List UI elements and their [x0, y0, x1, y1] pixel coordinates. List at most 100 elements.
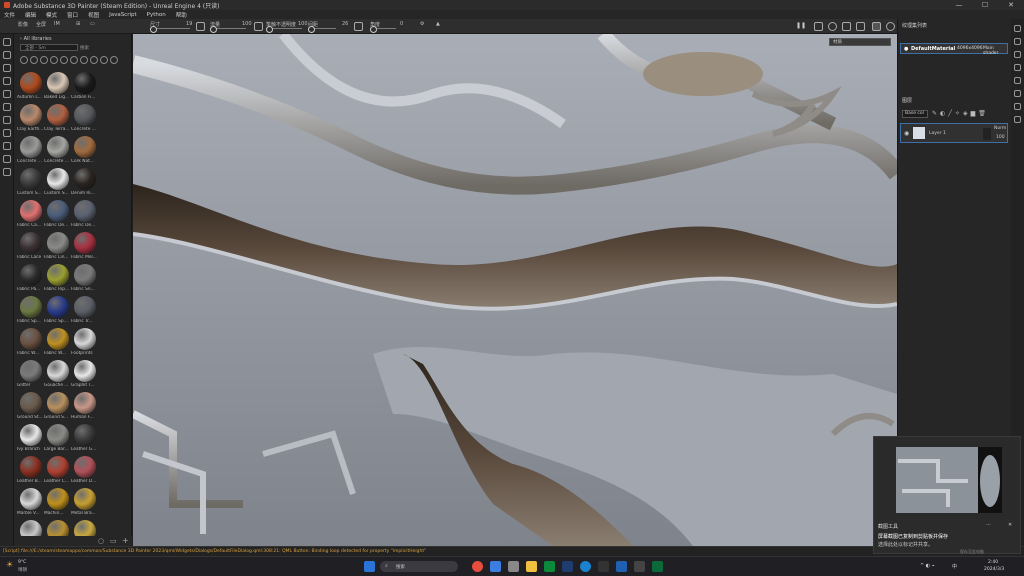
weather-icon[interactable]: ☀ — [6, 560, 13, 569]
material-thumbnail[interactable]: Ground S... — [44, 392, 71, 425]
alignment-icon[interactable]: ▲ — [436, 21, 440, 27]
material-thumbnail[interactable]: Leather B... — [17, 456, 44, 489]
toast-close-icon[interactable]: ✕ — [1008, 522, 1012, 528]
material-thumbnail[interactable]: Cork Nat... — [71, 136, 98, 169]
shader-settings-icon[interactable] — [1014, 77, 1021, 84]
filter-textures-icon[interactable] — [70, 56, 78, 64]
material-thumbnail[interactable]: Carbon Fi... — [71, 72, 98, 105]
symmetry-icon[interactable]: ⊞ — [76, 21, 80, 27]
app-icon-8[interactable] — [598, 561, 609, 572]
app-icon-9[interactable] — [616, 561, 627, 572]
display-settings-icon[interactable] — [1014, 64, 1021, 71]
menu-file[interactable]: 文件 — [4, 11, 15, 19]
filter-smart-materials-icon[interactable] — [40, 56, 48, 64]
pause-icon[interactable]: ❚❚ — [796, 22, 806, 31]
material-thumbnail[interactable]: Fabric Lace — [17, 232, 44, 265]
material-thumbnail[interactable]: Fabric Mel... — [71, 232, 98, 265]
fill-layer-icon[interactable]: ◐ — [940, 110, 945, 118]
file-explorer-icon[interactable] — [526, 561, 537, 572]
filter-environments-icon[interactable] — [90, 56, 98, 64]
menu-window[interactable]: 窗口 — [67, 11, 78, 19]
app-icon-11[interactable] — [652, 561, 663, 572]
menu-mode[interactable]: 模式 — [46, 11, 57, 19]
material-thumbnail[interactable]: Fabric W... — [17, 328, 44, 361]
taskbar-search-input[interactable]: ⌕ 搜索 — [380, 561, 458, 572]
material-thumbnail[interactable]: Footprints — [71, 328, 98, 361]
screenshot-icon[interactable] — [856, 22, 865, 31]
layer-opacity[interactable]: 100 — [996, 135, 1005, 140]
spacing-pressure-icon[interactable] — [354, 22, 363, 31]
folder-icon[interactable]: ▭ — [110, 537, 117, 545]
material-thumbnail[interactable]: Gouache ... — [44, 360, 71, 393]
color-picker-icon[interactable] — [3, 116, 11, 124]
folder-add-icon[interactable]: ▆ — [971, 110, 976, 118]
add-effect-icon[interactable]: ◈ — [963, 110, 968, 118]
paint-brush-icon[interactable] — [3, 38, 11, 46]
viewport-channel-dropdown[interactable]: 材质 — [829, 38, 891, 46]
shelf-search-input[interactable]: 全部 - Sm — [20, 44, 78, 51]
polygon-fill-icon[interactable] — [3, 129, 11, 137]
lazy-mouse-icon[interactable]: ▭ — [90, 21, 95, 27]
paint-mode-icon[interactable] — [872, 22, 881, 31]
clone-icon[interactable] — [3, 103, 11, 111]
geometry-mask-icon[interactable] — [3, 77, 11, 85]
filter-filters-icon[interactable] — [80, 56, 88, 64]
screenshot-preview[interactable] — [878, 441, 1018, 519]
material-thumbnail[interactable]: Fabric Sn... — [71, 264, 98, 297]
eraser-icon[interactable] — [3, 51, 11, 59]
close-button[interactable]: ✕ — [998, 1, 1024, 9]
filter-materials-icon[interactable] — [30, 56, 38, 64]
material-thumbnail[interactable]: Fabric W... — [44, 328, 71, 361]
material-thumbnail[interactable]: Leather C... — [44, 456, 71, 489]
material-thumbnail[interactable]: Concrete ... — [44, 136, 71, 169]
material-thumbnail[interactable]: Fabric Ca... — [17, 200, 44, 233]
menu-edit[interactable]: 编辑 — [25, 11, 36, 19]
log-icon[interactable] — [1014, 103, 1021, 110]
tray-icons[interactable]: ^ ◐ ⌁ — [920, 563, 935, 569]
weather-temp[interactable]: 9°C — [18, 560, 26, 565]
material-thumbnail[interactable]: Leather G... — [71, 424, 98, 457]
input-language[interactable]: 中 — [952, 563, 957, 570]
environment-icon[interactable] — [828, 22, 837, 31]
history-icon[interactable] — [1014, 90, 1021, 97]
layer-visibility-icon[interactable]: ◉ — [904, 130, 909, 137]
filter-brushes-icon[interactable] — [50, 56, 58, 64]
annotate-icon[interactable] — [3, 168, 11, 176]
maximize-button[interactable]: ☐ — [972, 1, 998, 9]
menu-view[interactable]: 视图 — [88, 11, 99, 19]
effect-icon[interactable]: ✧ — [955, 110, 960, 118]
render-icon[interactable] — [886, 22, 895, 31]
size-slider[interactable] — [150, 26, 190, 33]
smudge-icon[interactable] — [3, 90, 11, 98]
material-thumbnail[interactable]: Fabric De... — [71, 200, 98, 233]
material-thumbnail[interactable]: Denim Ri... — [71, 168, 98, 201]
app-icon-3[interactable] — [508, 561, 519, 572]
mode-dropdown-1[interactable]: 影像 — [18, 21, 28, 28]
stroke-opacity-slider[interactable] — [266, 26, 302, 33]
menu-javascript[interactable]: JavaScript — [109, 12, 137, 18]
material-thumbnail[interactable]: Fabric Rip... — [44, 264, 71, 297]
flow-value[interactable]: 100 — [242, 21, 252, 27]
material-thumbnail[interactable]: Fabric Tr... — [71, 296, 98, 329]
spacing-value[interactable]: 26 — [342, 21, 348, 27]
substance-painter-icon[interactable] — [562, 561, 573, 572]
material-thumbnail[interactable]: Glitter — [17, 360, 44, 393]
camera-flag-icon[interactable] — [814, 22, 823, 31]
filter-generators-icon[interactable] — [100, 56, 108, 64]
material-thumbnail[interactable]: Fabric Sp... — [44, 296, 71, 329]
app-icon-5[interactable] — [544, 561, 555, 572]
material-shader[interactable]: Main shader — [983, 46, 1007, 56]
clock-time[interactable]: 2:40 — [988, 560, 998, 565]
bake-icon[interactable] — [3, 142, 11, 150]
clock-date[interactable]: 2024/3/3 — [984, 567, 1004, 572]
texture-set-settings-icon[interactable] — [1014, 51, 1021, 58]
stroke-opacity-value[interactable]: 100 — [298, 21, 308, 27]
filter-all-icon[interactable] — [20, 56, 28, 64]
spacing-slider[interactable] — [308, 26, 336, 33]
mode-dropdown-3[interactable]: IM — [54, 21, 60, 27]
material-thumbnail[interactable]: Clay Terra... — [44, 104, 71, 137]
settings-icon[interactable]: ⚙ — [420, 21, 424, 27]
layer-blend-mode[interactable]: Norm — [994, 126, 1006, 131]
toast-more-icon[interactable]: ··· — [986, 522, 991, 528]
filter-alphas-icon[interactable] — [60, 56, 68, 64]
